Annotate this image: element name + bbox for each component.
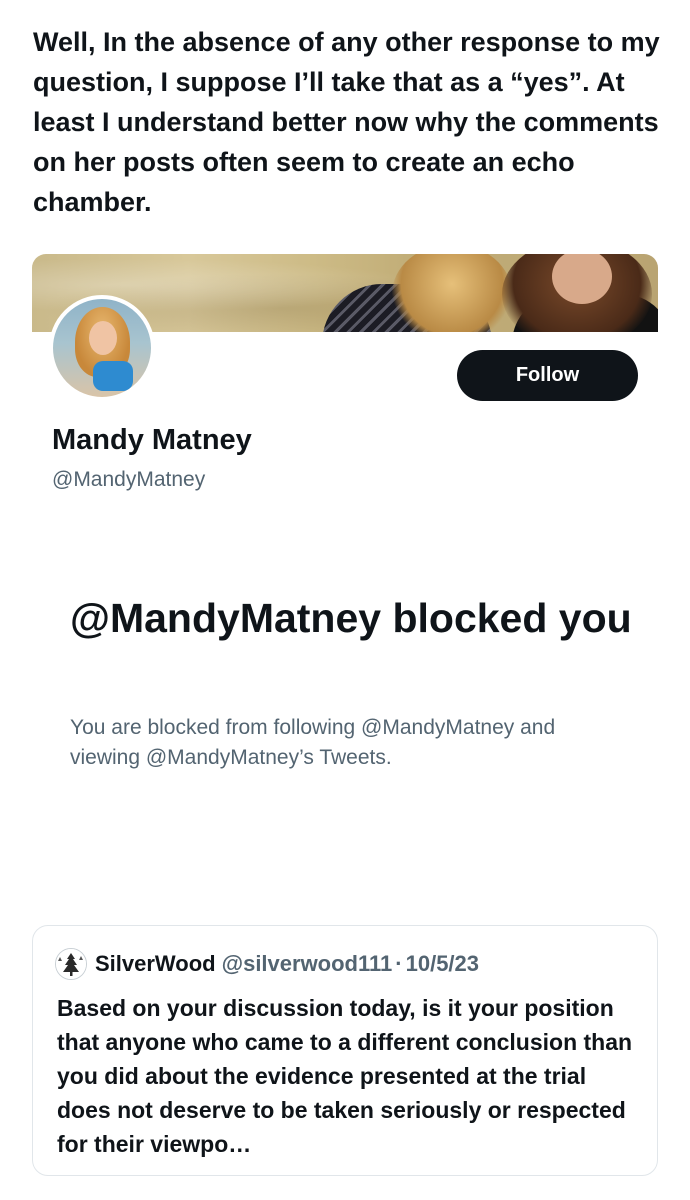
follow-button[interactable]: Follow	[457, 350, 638, 401]
quoted-tweet-header: SilverWood @silverwood111 · 10/5/23	[55, 948, 479, 980]
tree-avatar-icon[interactable]	[55, 948, 87, 980]
banner-person-left-hair	[392, 254, 512, 332]
profile-avatar[interactable]	[49, 295, 155, 401]
quoted-separator: ·	[395, 951, 403, 976]
quoted-author-handle[interactable]: @silverwood111	[222, 951, 393, 977]
profile-display-name: Mandy Matney	[52, 424, 252, 456]
quoted-date[interactable]: 10/5/23	[406, 951, 479, 977]
tweet-text: Well, In the absence of any other respon…	[33, 27, 660, 217]
avatar-face	[89, 321, 117, 355]
avatar-top	[93, 361, 133, 391]
profile-handle: @MandyMatney	[52, 468, 206, 491]
blocked-description: You are blocked from following @MandyMat…	[70, 716, 556, 769]
quoted-tweet-text: Based on your discussion today, is it yo…	[57, 995, 633, 1157]
quoted-author-name[interactable]: SilverWood	[95, 951, 216, 977]
blocked-title: @MandyMatney blocked you	[70, 595, 632, 641]
quoted-tweet-card[interactable]: SilverWood @silverwood111 · 10/5/23 Base…	[32, 925, 658, 1176]
